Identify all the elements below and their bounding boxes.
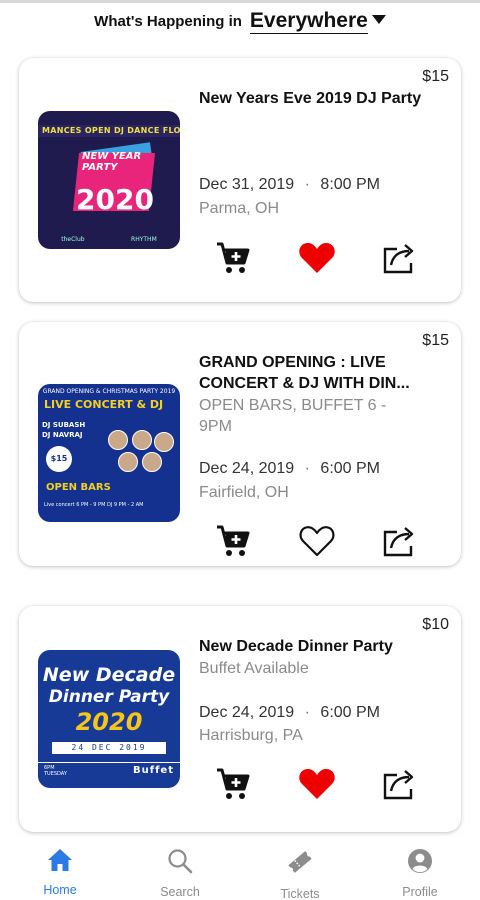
event-datetime: Dec 31, 2019 · 8:00 PM: [199, 176, 380, 194]
header-prefix: What's Happening in: [94, 12, 242, 30]
event-city: Parma, OH: [199, 200, 280, 217]
tab-search[interactable]: Search: [120, 838, 240, 900]
image-line: NEW YEAR PARTY: [82, 151, 142, 173]
favorite-button[interactable]: [297, 240, 337, 280]
tab-tickets[interactable]: Tickets: [240, 838, 360, 900]
location-header: What's Happening in Everywhere: [0, 6, 480, 36]
share-button[interactable]: [379, 240, 419, 280]
cart-plus-icon: [215, 241, 251, 280]
event-image[interactable]: MANCES OPEN DJ DANCE FLOOR OP NEW YEAR P…: [38, 111, 180, 249]
event-card[interactable]: $15 GRAND OPENING & CHRISTMAS PARTY 2019…: [19, 322, 461, 566]
tab-label: Search: [160, 885, 200, 899]
image-year: 2020: [75, 708, 143, 736]
add-to-cart-button[interactable]: [213, 523, 253, 563]
top-divider: [0, 0, 480, 3]
share-button[interactable]: [379, 766, 419, 806]
event-subtitle: OPEN BARS, BUFFET 6 - 9PM: [199, 397, 387, 435]
tab-profile[interactable]: Profile: [360, 838, 480, 900]
datetime-separator: ·: [304, 460, 310, 477]
favorite-button[interactable]: [297, 523, 337, 563]
event-time: 8:00 PM: [320, 176, 381, 193]
image-year: 2020: [76, 183, 154, 216]
event-image[interactable]: GRAND OPENING & CHRISTMAS PARTY 2019 LIV…: [38, 384, 180, 522]
tab-label: Profile: [402, 885, 438, 899]
event-price: $10: [422, 616, 449, 633]
event-date: Dec 31, 2019: [199, 176, 295, 193]
image-footer-left: theClub: [61, 236, 85, 243]
home-icon: [47, 848, 73, 877]
event-card[interactable]: $15 MANCES OPEN DJ DANCE FLOOR OP NEW YE…: [19, 58, 461, 302]
search-icon: [167, 848, 193, 879]
bottom-nav: Home Search Tickets Profile: [0, 838, 480, 900]
event-card[interactable]: $10 New Decade Dinner Party 2020 24 DEC …: [19, 606, 461, 832]
image-dj1: DJ SUBASH: [42, 421, 86, 429]
tab-home[interactable]: Home: [0, 838, 120, 900]
image-headline: LIVE CONCERT & DJ: [44, 398, 164, 411]
event-subtitle: Buffet Available: [199, 660, 309, 677]
share-icon: [381, 241, 417, 280]
event-price: $15: [422, 68, 449, 85]
event-title[interactable]: New Years Eve 2019 DJ Party: [199, 88, 439, 109]
image-strip-right: Buffet: [132, 765, 174, 776]
datetime-separator: ·: [304, 704, 310, 721]
tab-label: Home: [43, 883, 77, 897]
image-datebox: 24 DEC 2019: [52, 742, 166, 754]
event-title[interactable]: New Decade Dinner Party: [199, 636, 439, 657]
favorite-button[interactable]: [297, 766, 337, 806]
event-datetime: Dec 24, 2019 · 6:00 PM: [199, 704, 380, 722]
image-fine-print: Live concert 6 PM - 9 PM DJ 9 PM - 2 AM: [44, 502, 144, 508]
event-date: Dec 24, 2019: [199, 704, 295, 721]
image-line1: New Decade: [42, 664, 176, 686]
cart-plus-icon: [215, 767, 251, 806]
image-banner-text: MANCES OPEN DJ DANCE FLOOR OP: [38, 125, 180, 137]
heart-filled-icon: [298, 767, 336, 806]
ticket-icon: [286, 848, 314, 881]
cart-plus-icon: [215, 524, 251, 563]
image-badge: $15: [46, 446, 72, 472]
event-city: Harrisburg, PA: [199, 727, 303, 744]
event-time: 6:00 PM: [320, 460, 381, 477]
event-image[interactable]: New Decade Dinner Party 2020 24 DEC 2019…: [38, 650, 180, 788]
datetime-separator: ·: [304, 176, 310, 193]
location-selector[interactable]: Everywhere: [249, 9, 368, 34]
image-dj2: DJ NAVRAJ: [42, 431, 83, 439]
add-to-cart-button[interactable]: [213, 766, 253, 806]
event-date: Dec 24, 2019: [199, 460, 295, 477]
heart-outline-icon: [298, 524, 336, 563]
event-price: $15: [422, 332, 449, 349]
image-bars: OPEN BARS: [46, 482, 111, 493]
profile-icon: [407, 848, 433, 879]
share-icon: [381, 767, 417, 806]
share-button[interactable]: [379, 523, 419, 563]
image-strip-left: 6PM TUESDAY: [44, 765, 67, 777]
tab-label: Tickets: [280, 887, 320, 900]
image-top-text: GRAND OPENING & CHRISTMAS PARTY 2019: [42, 388, 176, 395]
image-line2: Dinner Party: [48, 687, 170, 707]
event-title[interactable]: GRAND OPENING : LIVE CONCERT & DJ WITH D…: [199, 352, 439, 394]
image-footer-right: RHYTHM: [131, 236, 157, 243]
event-city: Fairfield, OH: [199, 484, 289, 501]
share-icon: [381, 524, 417, 563]
add-to-cart-button[interactable]: [213, 240, 253, 280]
caret-down-icon[interactable]: [371, 12, 386, 30]
event-datetime: Dec 24, 2019 · 6:00 PM: [199, 460, 380, 478]
event-time: 6:00 PM: [320, 704, 381, 721]
heart-filled-icon: [298, 241, 336, 280]
